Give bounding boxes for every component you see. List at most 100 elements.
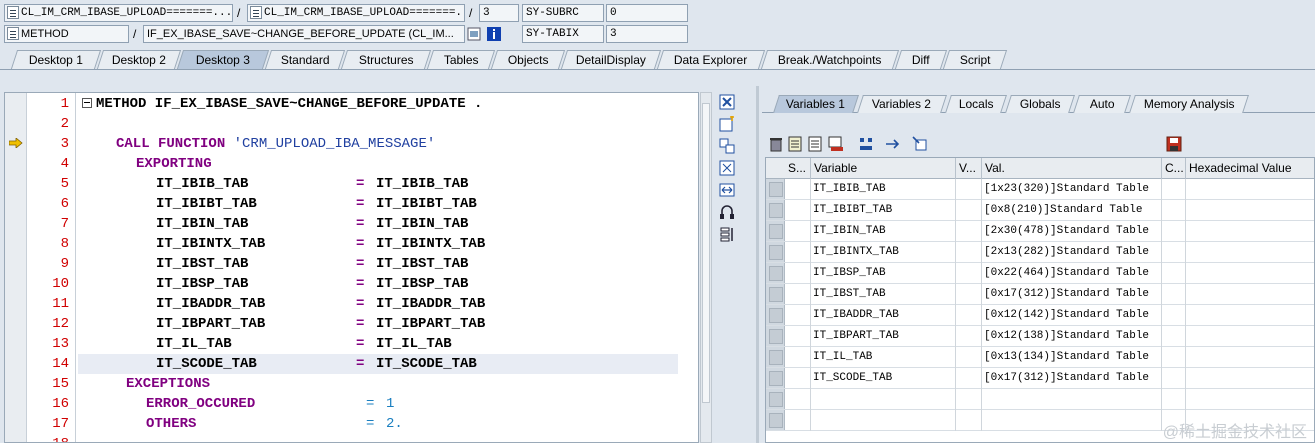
cell-variable[interactable]: IT_IBIB_TAB — [811, 179, 956, 200]
column-header-v[interactable]: V... — [956, 158, 982, 179]
row-selector[interactable] — [766, 305, 785, 325]
tab-breakpoints-watchpoints[interactable]: Break./Watchpoints — [760, 50, 900, 69]
cell-variable[interactable]: IT_IBPART_TAB — [811, 326, 956, 347]
cell-variable[interactable]: IT_IBIBT_TAB — [811, 200, 956, 221]
tab-detail-display[interactable]: DetailDisplay — [560, 50, 662, 69]
scrollbar-thumb[interactable] — [702, 103, 710, 403]
row-selector[interactable] — [766, 242, 785, 262]
row-selector[interactable] — [766, 284, 785, 304]
info-icon[interactable] — [487, 27, 501, 41]
variables-grid[interactable]: S... Variable V... Val. C... Hexadecimal… — [765, 157, 1315, 443]
cell-value[interactable]: [2x30(478)]Standard Table — [982, 221, 1162, 242]
change-variable-icon[interactable] — [828, 136, 844, 152]
event-name-field[interactable]: IF_EX_IBASE_SAVE~CHANGE_BEFORE_UPDATE (C… — [143, 25, 465, 43]
tab-desktop-3[interactable]: Desktop 3 — [176, 50, 270, 69]
program-field-1[interactable]: CL_IM_CRM_IBASE_UPLOAD=======... — [4, 4, 233, 22]
line-field[interactable]: 3 — [479, 4, 519, 22]
table-row[interactable]: IT_IBIBT_TAB [0x8(210)]Standard Table — [766, 200, 1314, 221]
row-selector[interactable] — [766, 263, 785, 283]
cell-value[interactable]: [0x17(312)]Standard Table — [982, 368, 1162, 389]
source-code-editor[interactable]: 1 2 3 4 5 6 7 8 9 10 11 12 13 14 15 16 1… — [4, 92, 699, 443]
table-row[interactable]: IT_IBIN_TAB [2x30(478)]Standard Table — [766, 221, 1314, 242]
table-row[interactable]: IT_IBPART_TAB [0x12(138)]Standard Table — [766, 326, 1314, 347]
table-row[interactable] — [766, 389, 1314, 410]
tab-memory-analysis[interactable]: Memory Analysis — [1129, 95, 1249, 113]
column-header-c[interactable]: C... — [1162, 158, 1186, 179]
cell-value[interactable] — [982, 389, 1162, 410]
tab-standard[interactable]: Standard — [264, 50, 346, 69]
tab-desktop-2[interactable]: Desktop 2 — [96, 50, 182, 69]
code-area[interactable]: METHOD IF_EX_IBASE_SAVE~CHANGE_BEFORE_UP… — [75, 93, 698, 442]
tab-variables-1[interactable]: Variables 1 — [773, 95, 859, 113]
tab-tables[interactable]: Tables — [426, 50, 496, 69]
cell-value[interactable]: [0x12(138)]Standard Table — [982, 326, 1162, 347]
new-tool-icon[interactable] — [719, 116, 735, 132]
cell-variable[interactable] — [811, 389, 956, 410]
row-selector[interactable] — [766, 200, 785, 220]
editor-vertical-scrollbar[interactable] — [700, 92, 712, 443]
event-type-field[interactable]: METHOD — [4, 25, 129, 43]
cell-value[interactable]: [0x12(142)]Standard Table — [982, 305, 1162, 326]
cell-variable[interactable]: IT_IBIN_TAB — [811, 221, 956, 242]
table-row[interactable]: IT_IBINTX_TAB [2x13(282)]Standard Table — [766, 242, 1314, 263]
delete-icon[interactable] — [768, 136, 784, 152]
column-header-variable[interactable]: Variable — [811, 158, 956, 179]
tab-auto[interactable]: Auto — [1073, 95, 1131, 113]
tab-variables-2[interactable]: Variables 2 — [857, 95, 947, 113]
cell-value[interactable]: [1x23(320)]Standard Table — [982, 179, 1162, 200]
cell-variable[interactable]: IT_IL_TAB — [811, 347, 956, 368]
save-icon[interactable] — [1166, 136, 1182, 152]
table-row[interactable]: IT_SCODE_TAB [0x17(312)]Standard Table — [766, 368, 1314, 389]
cell-variable[interactable]: IT_IBSP_TAB — [811, 263, 956, 284]
services-tool-icon[interactable] — [719, 204, 735, 220]
cell-value[interactable]: [0x13(134)]Standard Table — [982, 347, 1162, 368]
row-selector[interactable] — [766, 179, 785, 199]
column-header-hex[interactable]: Hexadecimal Value — [1186, 158, 1314, 179]
column-header-value[interactable]: Val. — [982, 158, 1162, 179]
import-icon[interactable] — [912, 136, 928, 152]
tab-globals[interactable]: Globals — [1005, 95, 1075, 113]
tab-locals[interactable]: Locals — [945, 95, 1007, 113]
tab-objects[interactable]: Objects — [490, 50, 566, 69]
breakpoint-margin[interactable] — [5, 93, 27, 442]
settings-tool-icon[interactable] — [719, 226, 735, 242]
panel-splitter[interactable] — [756, 86, 759, 443]
row-selector[interactable] — [766, 347, 785, 367]
row-selector[interactable] — [766, 368, 785, 388]
source-code-icon[interactable] — [467, 27, 481, 41]
sy-subrc-value[interactable]: 0 — [606, 4, 688, 22]
table-row[interactable]: IT_IBST_TAB [0x17(312)]Standard Table — [766, 284, 1314, 305]
table-row[interactable]: IT_IL_TAB [0x13(134)]Standard Table — [766, 347, 1314, 368]
table-row[interactable]: IT_IBSP_TAB [0x22(464)]Standard Table — [766, 263, 1314, 284]
insert-row-icon[interactable] — [788, 136, 804, 152]
sy-tabix-value[interactable]: 3 — [606, 25, 688, 43]
tab-structures[interactable]: Structures — [340, 50, 432, 69]
program-field-2[interactable]: CL_IM_CRM_IBASE_UPLOAD=======... — [247, 4, 465, 22]
navigate-icon[interactable] — [884, 136, 900, 152]
cell-value[interactable]: [2x13(282)]Standard Table — [982, 242, 1162, 263]
structure-icon[interactable] — [858, 136, 874, 152]
row-selector[interactable] — [766, 221, 785, 241]
cell-value[interactable]: [0x8(210)]Standard Table — [982, 200, 1162, 221]
row-selector[interactable] — [766, 410, 785, 430]
close-tool-icon[interactable] — [719, 94, 735, 110]
swap-tool-icon[interactable] — [719, 182, 735, 198]
tab-diff[interactable]: Diff — [894, 50, 948, 69]
table-row[interactable]: IT_IBADDR_TAB [0x12(142)]Standard Table — [766, 305, 1314, 326]
cell-variable[interactable] — [811, 410, 956, 431]
tab-data-explorer[interactable]: Data Explorer — [656, 50, 766, 69]
append-row-icon[interactable] — [808, 136, 824, 152]
column-header-status[interactable]: S... — [785, 158, 811, 179]
cell-value[interactable]: [0x17(312)]Standard Table — [982, 284, 1162, 305]
cell-value[interactable]: [0x22(464)]Standard Table — [982, 263, 1162, 284]
row-selector[interactable] — [766, 326, 785, 346]
cell-variable[interactable]: IT_IBINTX_TAB — [811, 242, 956, 263]
cell-variable[interactable]: IT_IBADDR_TAB — [811, 305, 956, 326]
cell-variable[interactable]: IT_IBST_TAB — [811, 284, 956, 305]
tab-script[interactable]: Script — [942, 50, 1008, 69]
table-row[interactable]: IT_IBIB_TAB [1x23(320)]Standard Table — [766, 179, 1314, 200]
cell-value[interactable] — [982, 410, 1162, 431]
cell-variable[interactable]: IT_SCODE_TAB — [811, 368, 956, 389]
fold-collapse-icon[interactable] — [82, 98, 92, 108]
row-selector[interactable] — [766, 389, 785, 409]
